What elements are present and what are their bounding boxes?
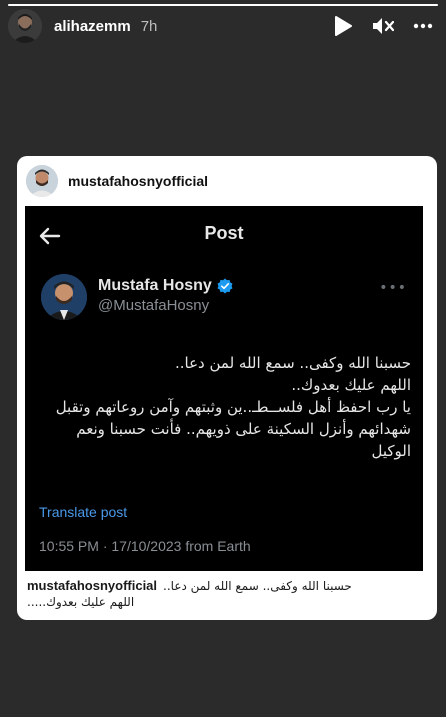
tweet-line: حسبنا الله وكفى.. سمع الله لمن دعا.. [174,354,411,372]
tweet-topbar: Post [25,206,423,264]
shared-post-username[interactable]: mustafahosnyofficial [68,173,208,189]
tweet-line: اللهم عليك بعدوك.. [291,376,411,394]
story-progress-bar [8,4,438,6]
page-title: Post [204,223,244,243]
tweet-text: حسبنا الله وكفى.. سمع الله لمن دعا.. الل… [39,352,411,462]
more-icon[interactable]: ••• [379,280,407,296]
tweet-line: يا رب احفظ أهل فلســطـ..ين وثبتهم وآمن ر… [55,398,411,460]
avatar[interactable] [8,9,42,43]
translate-post-link[interactable]: Translate post [39,504,127,520]
avatar[interactable] [26,165,58,197]
tweet-author: Mustafa Hosny @MustafaHosny ••• [41,274,413,326]
verified-badge-icon [217,278,233,294]
shared-post-card[interactable]: mustafahosnyofficial Post Mustafa Hosny … [17,156,437,620]
author-name[interactable]: Mustafa Hosny [98,277,233,295]
tweet-timestamp: 10:55 PM · 17/10/2023 from Earth [39,538,251,554]
post-caption: mustafahosnyofficial حسبنا الله وكفى.. س… [27,578,425,610]
play-icon[interactable] [332,15,354,37]
caption-text: حسبنا الله وكفى.. سمع الله لمن دعا.. [163,579,352,593]
mute-icon[interactable] [372,15,394,37]
shared-post-header: mustafahosnyofficial [17,156,437,206]
author-name-label: Mustafa Hosny [98,277,212,294]
story-progress-fill [8,4,438,6]
story-username[interactable]: alihazemm [54,18,131,35]
tweet-screenshot: Post Mustafa Hosny @MustafaHosny ••• حسب… [25,206,423,571]
story-header: alihazemm 7h [8,8,438,44]
story-time: 7h [140,17,158,35]
author-handle[interactable]: @MustafaHosny [98,297,233,314]
more-icon[interactable] [412,15,434,37]
avatar[interactable] [41,274,87,320]
caption-username[interactable]: mustafahosnyofficial [27,578,157,594]
caption-text-continued: اللهم عليك بعدوك..... [27,595,135,609]
